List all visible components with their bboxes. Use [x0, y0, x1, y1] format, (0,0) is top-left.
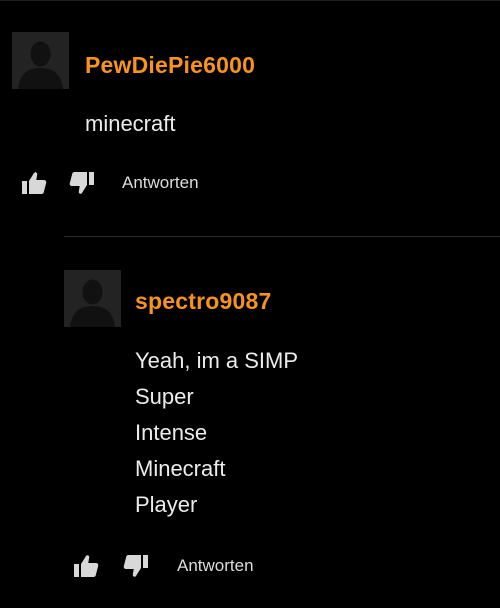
- default-user-avatar-icon: [12, 32, 69, 89]
- thumbs-up-icon[interactable]: [20, 170, 48, 196]
- top-divider: [0, 0, 500, 1]
- thumbs-down-icon[interactable]: [68, 170, 96, 196]
- reply-button[interactable]: Antworten: [177, 556, 254, 576]
- avatar[interactable]: [64, 270, 121, 327]
- default-user-avatar-icon: [64, 270, 121, 327]
- comment-username[interactable]: spectro9087: [135, 288, 271, 315]
- comment-actions: Antworten: [20, 168, 199, 198]
- comment-line: Yeah, im a SIMP: [135, 348, 299, 373]
- comment-body: minecraft: [85, 106, 175, 142]
- comment-divider: [64, 236, 500, 237]
- comment-body: Yeah, im a SIMP Super Intense Minecraft …: [135, 343, 298, 523]
- thumbs-up-icon[interactable]: [72, 553, 100, 579]
- avatar[interactable]: [12, 32, 69, 89]
- reply-button[interactable]: Antworten: [122, 173, 199, 193]
- comment-line: Minecraft: [135, 456, 226, 481]
- comment-line: minecraft: [85, 111, 176, 136]
- thumbs-down-icon[interactable]: [122, 553, 150, 579]
- comment-line: Intense: [135, 420, 208, 445]
- comment-actions: Antworten: [72, 551, 254, 581]
- comment-line: Super: [135, 384, 194, 409]
- comment-username[interactable]: PewDiePie6000: [85, 52, 255, 79]
- comment-line: Player: [135, 492, 198, 517]
